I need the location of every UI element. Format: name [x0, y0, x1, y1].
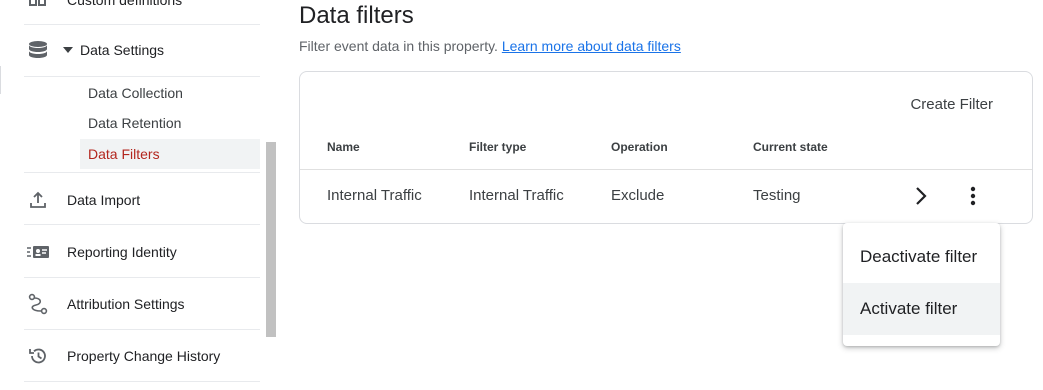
cell-name: Internal Traffic	[327, 187, 422, 204]
history-icon	[24, 344, 52, 368]
upload-icon	[24, 188, 52, 212]
column-header-name: Name	[327, 140, 360, 154]
sidebar: Custom definitions Data Settings Data Co…	[0, 0, 278, 390]
chevron-right-icon[interactable]	[907, 182, 935, 210]
database-icon	[24, 38, 52, 62]
collapse-edge	[0, 66, 3, 94]
data-filters-card: Create Filter Name Filter type Operation…	[299, 71, 1033, 224]
sidebar-item-label: Reporting Identity	[67, 244, 177, 260]
cell-operation: Exclude	[611, 187, 665, 204]
path-icon	[24, 292, 52, 316]
menu-item-activate-filter[interactable]: Activate filter	[843, 283, 1000, 335]
divider	[24, 329, 260, 330]
divider	[24, 172, 260, 173]
caret-down-icon	[63, 47, 73, 53]
sidebar-subitem-data-collection[interactable]: Data Collection	[80, 78, 260, 108]
shapes-icon	[24, 0, 52, 12]
id-card-icon	[24, 240, 52, 264]
divider	[24, 24, 260, 25]
sidebar-item-label: Attribution Settings	[67, 296, 185, 312]
cell-current-state: Testing	[753, 187, 801, 204]
sidebar-item-property-change-history[interactable]: Property Change History	[24, 344, 260, 368]
column-header-current-state: Current state	[753, 140, 828, 154]
sidebar-scrollbar[interactable]	[266, 142, 276, 337]
row-actions-menu: Deactivate filter Activate filter	[843, 223, 1000, 346]
sidebar-item-data-settings[interactable]: Data Settings	[24, 38, 260, 62]
more-vert-icon[interactable]	[959, 182, 987, 210]
page-subtitle-text: Filter event data in this property.	[299, 38, 498, 54]
sidebar-item-attribution-settings[interactable]: Attribution Settings	[24, 292, 260, 316]
sidebar-item-custom-definitions[interactable]: Custom definitions	[24, 0, 260, 12]
sidebar-item-data-import[interactable]: Data Import	[24, 188, 260, 212]
page-title: Data filters	[299, 2, 414, 29]
sidebar-item-reporting-identity[interactable]: Reporting Identity	[24, 240, 260, 264]
divider	[24, 381, 260, 382]
sidebar-item-label: Data Settings	[80, 42, 165, 58]
column-header-filter-type: Filter type	[469, 140, 527, 154]
sidebar-subitem-data-filters[interactable]: Data Filters	[80, 139, 260, 169]
page-subtitle: Filter event data in this property. Lear…	[299, 38, 681, 54]
menu-item-deactivate-filter[interactable]: Deactivate filter	[843, 231, 1000, 283]
sidebar-item-label: Property Change History	[67, 348, 221, 364]
divider	[300, 169, 1032, 170]
sidebar-item-label: Custom definitions	[67, 0, 183, 8]
column-header-operation: Operation	[611, 140, 668, 154]
divider	[24, 76, 260, 77]
create-filter-button[interactable]: Create Filter	[910, 96, 993, 113]
divider	[24, 224, 260, 225]
cell-filter-type: Internal Traffic	[469, 187, 564, 204]
sidebar-item-label: Data Import	[67, 192, 141, 208]
sidebar-subitem-data-retention[interactable]: Data Retention	[80, 108, 260, 138]
divider	[24, 277, 260, 278]
learn-more-link[interactable]: Learn more about data filters	[502, 38, 681, 54]
